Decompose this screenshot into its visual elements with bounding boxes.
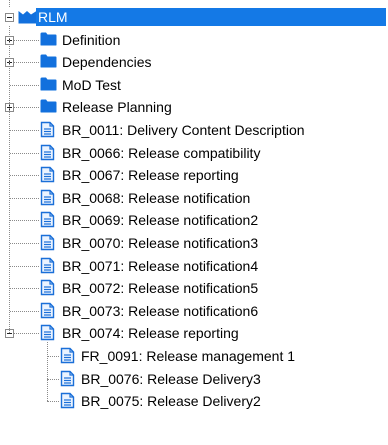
document-icon: [40, 121, 55, 138]
tree-connector-line: [9, 0, 10, 7]
tree-node-label: Definition: [62, 31, 121, 48]
folder-icon: [40, 54, 57, 68]
document-icon: [40, 166, 55, 183]
tree-node-label: Release Planning: [62, 99, 172, 116]
tree-node-label: BR_0075: Release Delivery2: [81, 393, 261, 410]
tree-node-folder[interactable]: MoD Test: [0, 74, 388, 96]
tree-node-document[interactable]: BR_0069: Release notification2: [0, 209, 388, 231]
tree-connector-line: [47, 342, 48, 401]
folder-icon: [40, 99, 57, 113]
tree-node-label: FR_0091: Release management 1: [81, 348, 296, 364]
collapse-toggle-icon[interactable]: [5, 13, 14, 22]
document-icon: [40, 302, 55, 319]
folder-icon: [40, 32, 57, 46]
tree-node-root[interactable]: RLM: [0, 6, 388, 28]
tree-node-label: BR_0068: Release notification: [62, 189, 251, 206]
document-icon: [40, 257, 55, 274]
tree-node-label: Dependencies: [62, 54, 152, 71]
document-icon: [40, 144, 55, 161]
tree-node-document[interactable]: BR_0011: Delivery Content Description: [0, 119, 388, 141]
tree-node-label: BR_0073: Release notification6: [62, 302, 259, 319]
tree-node-label: BR_0071: Release notification4: [62, 257, 259, 274]
tree-node-document[interactable]: BR_0070: Release notification3: [0, 232, 388, 254]
tree-view[interactable]: RLM Definition Dependencies MoD Test Release…: [0, 0, 388, 445]
document-icon: [40, 234, 55, 251]
tree-node-document[interactable]: BR_0068: Release notification: [0, 187, 388, 209]
document-icon: [40, 189, 55, 206]
tree-node-document[interactable]: BR_0067: Release reporting: [0, 164, 388, 186]
tree-node-document[interactable]: BR_0071: Release notification4: [0, 255, 388, 277]
document-icon: [40, 279, 55, 296]
document-icon: [60, 347, 75, 364]
document-icon: [60, 370, 75, 387]
tree-node-label: BR_0076: Release Delivery3: [81, 370, 261, 387]
tree-node-document[interactable]: BR_0076: Release Delivery3: [0, 368, 388, 390]
tree-node-label: BR_0069: Release notification2: [62, 212, 259, 229]
tree-node-label: RLM: [36, 8, 386, 26]
tree-node-document[interactable]: BR_0074: Release reporting: [0, 322, 388, 344]
tree-node-label: BR_0074: Release reporting: [62, 325, 239, 342]
tree-node-folder[interactable]: Definition: [0, 29, 388, 51]
tree-node-label: MoD Test: [62, 76, 121, 93]
tree-node-document[interactable]: FR_0091: Release management 1: [0, 345, 388, 367]
tree-node-folder[interactable]: Release Planning: [0, 96, 388, 118]
tree-node-document[interactable]: BR_0073: Release notification6: [0, 300, 388, 322]
tree-connector-line: [9, 26, 10, 333]
folder-icon: [40, 77, 57, 91]
tree-node-label: BR_0067: Release reporting: [62, 167, 239, 184]
tree-node-label: BR_0070: Release notification3: [62, 235, 259, 251]
tree-node-label: BR_0011: Delivery Content Description: [62, 122, 305, 138]
project-folder-icon: [18, 10, 37, 27]
tree-node-label: BR_0066: Release compatibility: [62, 144, 261, 161]
tree-node-document[interactable]: BR_0072: Release notification5: [0, 277, 388, 299]
tree-node-document[interactable]: BR_0066: Release compatibility: [0, 142, 388, 164]
tree-node-document[interactable]: BR_0075: Release Delivery2: [0, 390, 388, 412]
tree-node-label: BR_0072: Release notification5: [62, 280, 259, 297]
tree-node-folder[interactable]: Dependencies: [0, 51, 388, 73]
document-icon: [60, 392, 75, 409]
document-icon: [40, 324, 55, 341]
document-icon: [40, 211, 55, 228]
